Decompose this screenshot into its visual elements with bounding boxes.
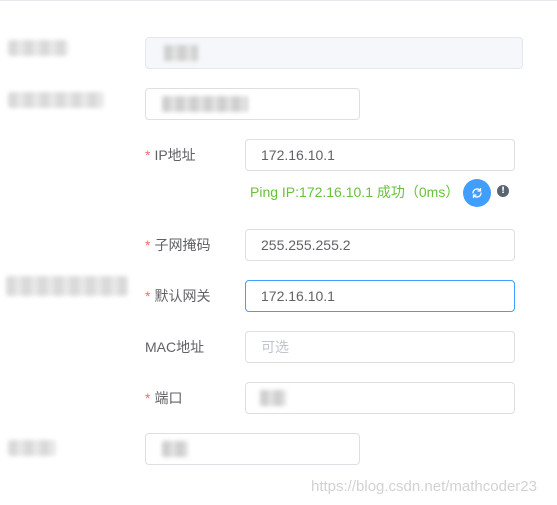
obscured-field-value [164, 45, 198, 61]
gateway-label-text: 默认网关 [154, 288, 211, 304]
mac-address-label: MAC地址 [145, 337, 204, 357]
required-mark: * [145, 237, 151, 253]
subnet-mask-label: * 子网掩码 [145, 235, 210, 255]
required-mark: * [145, 390, 151, 406]
watermark-text: https://blog.csdn.net/mathcoder23 [311, 478, 537, 495]
subnet-mask-input[interactable] [245, 229, 515, 261]
gateway-label: * 默认网关 [145, 286, 210, 306]
gateway-input[interactable] [245, 280, 515, 312]
obscured-port-value [260, 390, 286, 406]
port-input[interactable] [245, 382, 515, 414]
ping-status-text: Ping IP:172.16.10.1 成功（0ms） [250, 184, 460, 200]
ping-refresh-button[interactable] [463, 179, 491, 207]
mac-address-input[interactable] [245, 331, 515, 363]
info-icon[interactable]: ! [497, 185, 509, 197]
port-label-text: 端口 [154, 390, 183, 406]
port-label: * 端口 [145, 388, 182, 408]
obscured-disabled-field [145, 37, 523, 69]
obscured-section-label [6, 276, 128, 296]
obscured-label [8, 440, 56, 456]
obscured-label [8, 92, 104, 108]
required-mark: * [145, 288, 151, 304]
obscured-label [8, 40, 68, 56]
ip-address-input[interactable] [245, 139, 515, 171]
mac-address-label-text: MAC地址 [145, 339, 205, 355]
obscured-field[interactable] [145, 88, 360, 120]
refresh-icon [472, 187, 482, 199]
ip-address-label: * IP地址 [145, 145, 196, 165]
ip-address-label-text: IP地址 [154, 147, 196, 163]
required-mark: * [145, 147, 151, 163]
obscured-field[interactable] [145, 433, 360, 465]
subnet-mask-label-text: 子网掩码 [154, 237, 211, 253]
top-divider [0, 0, 557, 1]
obscured-field-value [162, 96, 248, 112]
obscured-field-value [162, 441, 188, 457]
